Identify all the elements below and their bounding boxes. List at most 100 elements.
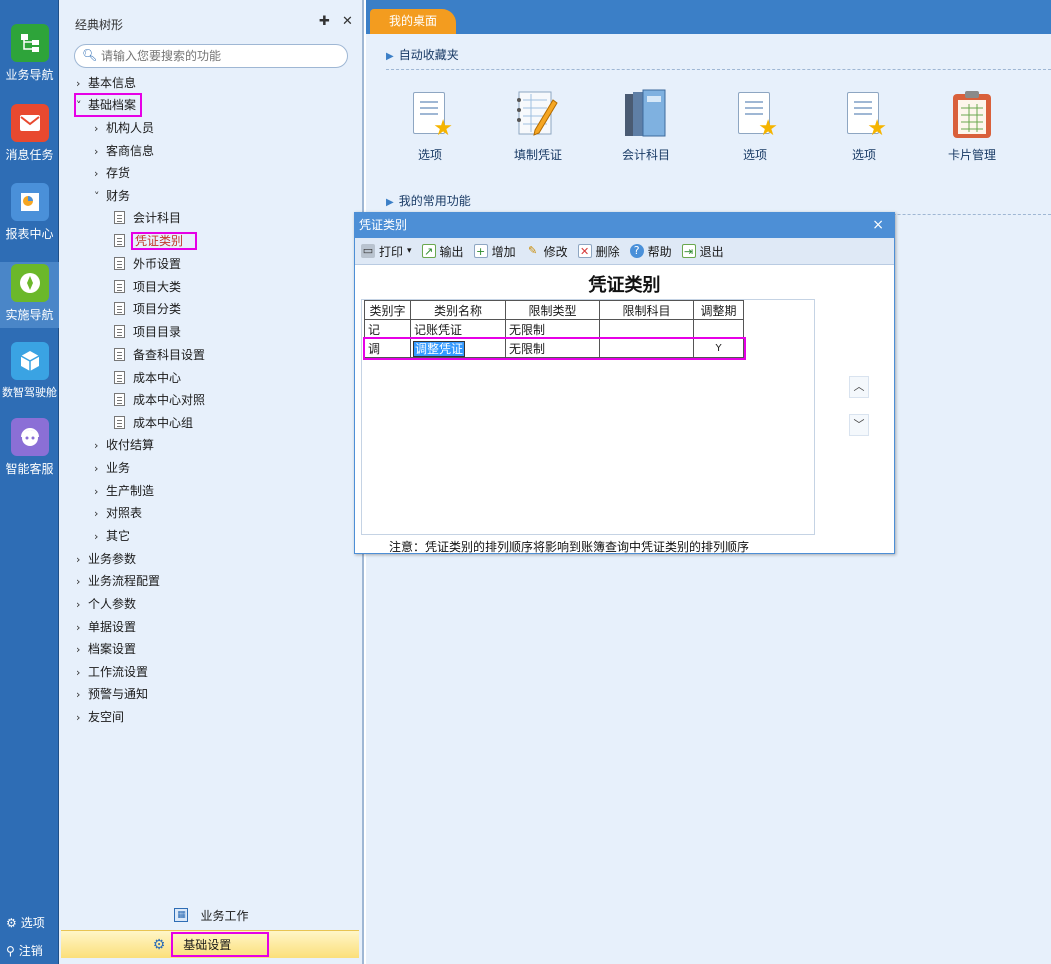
dialog-title: 凭证类别: [359, 218, 408, 232]
chevron-down-icon: ˅: [94, 190, 100, 203]
move-up-button[interactable]: ︿: [849, 376, 869, 398]
rail-item-report-center[interactable]: 报表中心: [0, 183, 59, 242]
column-header[interactable]: 类别名称: [410, 300, 506, 320]
search-box[interactable]: 🔍︎: [74, 44, 348, 68]
tree-node-org[interactable]: › 机构人员: [94, 118, 154, 138]
tree-node-customer[interactable]: › 客商信息: [94, 141, 154, 161]
add-button[interactable]: + 增加: [473, 243, 516, 260]
tab-my-desktop[interactable]: 我的桌面: [370, 9, 456, 34]
tree-node-basic-info[interactable]: › 基本信息: [76, 73, 136, 93]
tree-node-project-major[interactable]: 项目大类: [114, 277, 181, 297]
tree-node-manufacturing[interactable]: › 生产制造: [94, 481, 154, 501]
common-functions-title[interactable]: ▶ 我的常用功能: [386, 192, 471, 209]
search-input[interactable]: [99, 48, 339, 64]
tree-node-voucher-types[interactable]: 凭证类别: [114, 231, 198, 251]
tree-node-label: 工作流设置: [88, 665, 149, 679]
tree-node-workflow-settings[interactable]: › 工作流设置: [76, 662, 148, 682]
tree-node-label: 单据设置: [88, 620, 137, 634]
basic-settings-tab[interactable]: ⚙ 基础设置: [61, 930, 359, 958]
dialog-note: 注意：凭证类别的排列顺序将影响到账簿查询中凭证类别的排列顺序: [389, 540, 750, 554]
document-icon: [114, 234, 125, 247]
table-row[interactable]: 调 调整凭证 无限制 Y: [362, 336, 746, 360]
tree-node-finance[interactable]: ˅ 财务: [94, 186, 130, 206]
tree-node-label: 基本信息: [88, 76, 137, 90]
export-button[interactable]: ↗ 输出: [421, 243, 464, 260]
tree-node-currency[interactable]: 外币设置: [114, 254, 181, 274]
document-icon: [114, 325, 125, 338]
favorite-accounts[interactable]: 会计科目: [606, 88, 686, 163]
tree-node-cost-center-map[interactable]: 成本中心对照: [114, 390, 205, 410]
rail-item-business-nav[interactable]: 业务导航: [0, 24, 59, 83]
chevron-right-icon: ›: [76, 575, 81, 588]
pin-icon[interactable]: ✚: [319, 14, 330, 29]
cell-restriction-type[interactable]: 无限制: [505, 319, 600, 339]
tree-node-basic-archives[interactable]: ˅ 基础档案: [73, 93, 143, 117]
favorite-options-2[interactable]: ★ 选项: [715, 88, 795, 163]
cell-type-name[interactable]: 记账凭证: [410, 319, 506, 339]
tree-node-alerts[interactable]: › 预警与通知: [76, 684, 148, 704]
rail-item-cockpit[interactable]: 数智驾驶舱: [0, 342, 59, 400]
favorite-fill-voucher[interactable]: 填制凭证: [498, 88, 578, 163]
tree-node-settlement[interactable]: › 收付结算: [94, 435, 154, 455]
business-work-tab[interactable]: ▦ 业务工作: [59, 902, 364, 928]
cell-adjustment-period[interactable]: Y: [693, 338, 744, 358]
favorites-section-title[interactable]: ▶ 自动收藏夹: [386, 46, 459, 63]
print-button[interactable]: ▭ 打印 ▾: [361, 243, 412, 260]
tree-node-project-class[interactable]: 项目分类: [114, 299, 181, 319]
cell-type-name-editing[interactable]: 调整凭证: [410, 338, 506, 358]
tree-node-workflow-config[interactable]: › 业务流程配置: [76, 571, 160, 591]
rail-label: 消息任务: [5, 148, 54, 162]
key-icon: ⚲: [6, 943, 15, 958]
tree-node-archive-settings[interactable]: › 档案设置: [76, 639, 136, 659]
cell-restriction-account[interactable]: [599, 319, 694, 339]
document-icon: [114, 416, 125, 429]
rail-item-service[interactable]: 智能客服: [0, 418, 59, 477]
tree-node-mapping[interactable]: › 对照表: [94, 503, 142, 523]
column-header[interactable]: 限制类型: [505, 300, 600, 320]
favorite-label: 卡片管理: [947, 148, 996, 162]
favorite-options-3[interactable]: ★ 选项: [824, 88, 904, 163]
tree-node-personal-params[interactable]: › 个人参数: [76, 594, 136, 614]
tree-node-doc-settings[interactable]: › 单据设置: [76, 617, 136, 637]
move-down-button[interactable]: ﹀: [849, 414, 869, 436]
chevron-down-icon: ˅: [76, 99, 82, 112]
cell-type-char[interactable]: 调: [364, 338, 411, 358]
cell-restriction-account[interactable]: [599, 338, 694, 358]
close-icon[interactable]: ✕: [342, 14, 353, 29]
cell-adjustment-period[interactable]: [693, 319, 744, 339]
rail-item-implementation-nav[interactable]: 实施导航: [0, 262, 59, 328]
table-row[interactable]: 记 记账凭证 无限制: [364, 319, 744, 339]
delete-button[interactable]: ✕ 删除: [577, 243, 620, 260]
tree-node-business-params[interactable]: › 业务参数: [76, 549, 136, 569]
tree-node-cost-center[interactable]: 成本中心: [114, 368, 181, 388]
dialog-heading: 凭证类别: [588, 275, 661, 296]
tree-node-memo-accounts[interactable]: 备查科目设置: [114, 345, 205, 365]
type-name-input[interactable]: 调整凭证: [413, 340, 466, 357]
exit-button[interactable]: ⇥ 退出: [681, 243, 724, 260]
tree-node-accounts[interactable]: 会计科目: [114, 208, 181, 228]
logout-button[interactable]: ⚲ 注销: [6, 942, 43, 959]
tree-node-other[interactable]: › 其它: [94, 526, 130, 546]
cell-type-char[interactable]: 记: [364, 319, 411, 339]
tree-node-cost-center-group[interactable]: 成本中心组: [114, 413, 193, 433]
help-icon: ?: [629, 244, 644, 258]
edit-button[interactable]: ✎ 修改: [526, 243, 568, 260]
tree-node-label: 机构人员: [106, 121, 155, 135]
tree-node-youspace[interactable]: › 友空间: [76, 707, 124, 727]
options-button[interactable]: ⚙ 选项: [6, 914, 45, 931]
favorite-options-1[interactable]: ★ 选项: [390, 88, 470, 163]
column-header[interactable]: 限制科目: [599, 300, 694, 320]
tree-node-inventory[interactable]: › 存货: [94, 163, 130, 183]
tree-node-business[interactable]: › 业务: [94, 458, 130, 478]
favorite-card-management[interactable]: 卡片管理: [932, 88, 1012, 163]
business-work-icon: ▦: [174, 908, 189, 922]
help-button[interactable]: ? 帮助: [629, 243, 672, 260]
button-label: 退出: [699, 244, 724, 259]
close-icon[interactable]: ×: [872, 213, 884, 238]
column-header[interactable]: 调整期: [693, 300, 744, 320]
dialog-title-bar[interactable]: 凭证类别 ×: [355, 213, 894, 238]
column-header[interactable]: 类别字: [364, 300, 411, 320]
rail-item-messages[interactable]: 消息任务: [0, 104, 59, 163]
cell-restriction-type[interactable]: 无限制: [505, 338, 600, 358]
tree-node-project-catalog[interactable]: 项目目录: [114, 322, 181, 342]
